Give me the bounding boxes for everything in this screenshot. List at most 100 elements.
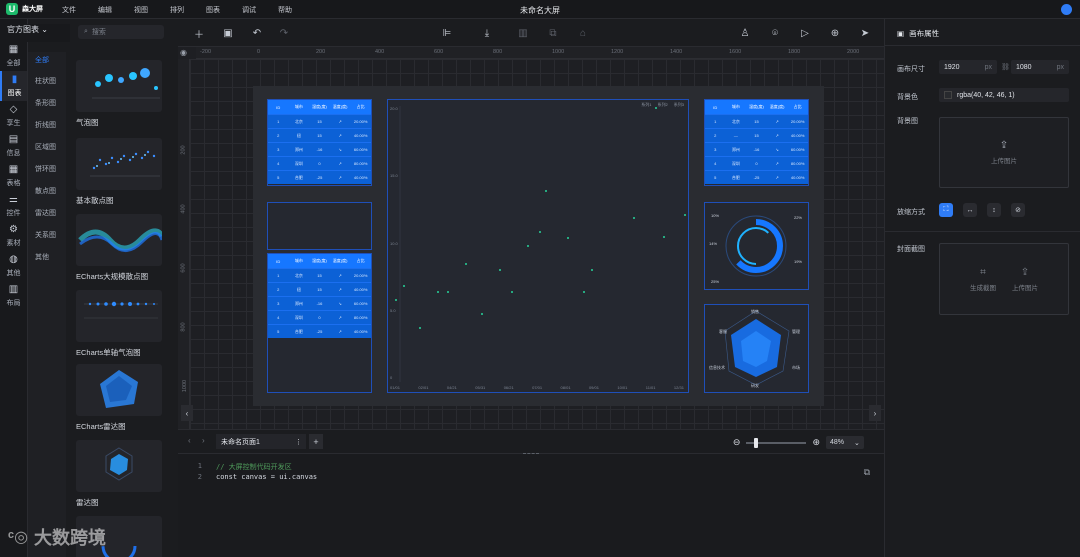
- redo-icon[interactable]: ↷: [277, 26, 291, 40]
- subcat-all[interactable]: 全部: [28, 50, 66, 70]
- search-input[interactable]: ⌕ 搜索: [78, 25, 164, 39]
- bg-color-input[interactable]: rgba(40, 42, 46, 1): [939, 88, 1069, 102]
- bg-image-upload[interactable]: ⇪ 上传图片: [939, 117, 1069, 188]
- left-tab-charts[interactable]: ▮ 图表: [0, 71, 27, 101]
- category-dropdown[interactable]: 官方图表 ⌄: [0, 24, 70, 42]
- left-tab-controls[interactable]: ⚌ 控件: [0, 191, 27, 221]
- link-icon[interactable]: ⛓: [1001, 63, 1010, 71]
- left-tab-table[interactable]: ▦ 表格: [0, 161, 27, 191]
- menu-chart[interactable]: 图表: [206, 5, 242, 15]
- lock-icon[interactable]: ⌂: [576, 26, 590, 40]
- subcat-area[interactable]: 区域图: [28, 136, 66, 158]
- screen-preview[interactable]: ID 城市 湿度(度) 温度(度) 占比 1 北京 15 ↗ 20.00% 2 纽 15 ↗ 40.00…: [253, 86, 824, 406]
- generate-cover-button[interactable]: ⌗ 生成截图: [970, 267, 996, 292]
- scale-fit-button[interactable]: ⛶: [939, 203, 953, 217]
- zoom-select[interactable]: 48% ⌄: [826, 436, 864, 449]
- left-tab-assets[interactable]: ⚙ 素材: [0, 221, 27, 251]
- page-tab-current[interactable]: 未命名页面1 ⋮: [216, 434, 306, 449]
- scroll-left-button[interactable]: ‹: [181, 405, 193, 421]
- external-link-icon[interactable]: ⧉: [864, 468, 870, 478]
- download-icon[interactable]: ⤓: [480, 26, 494, 40]
- scatter-panel[interactable]: 系列1 系列2 系列3 20.0 15.0 10.0 5.0 0 01/01 02/01 04/…: [387, 99, 689, 393]
- subcat-other[interactable]: 其他: [28, 246, 66, 268]
- left-tab-layout[interactable]: ▥ 布局: [0, 281, 27, 311]
- data-table-2: ID 城市 湿度(度) 温度(度) 占比 1 北京 15 ↗ 20.00% 2 纽 15 ↗ 40.00…: [268, 254, 371, 338]
- subcat-horizontal-bar[interactable]: 条形图: [28, 92, 66, 114]
- scroll-right-button[interactable]: ›: [869, 405, 881, 421]
- ring-panel[interactable]: 10% 22% 14% 19% 25%: [704, 202, 809, 290]
- publish-icon[interactable]: ⊕: [828, 26, 842, 40]
- add-page-button[interactable]: +: [309, 434, 323, 449]
- send-icon[interactable]: ➤: [858, 26, 872, 40]
- distribute-icon[interactable]: ▥: [516, 26, 530, 40]
- upload-cover-button[interactable]: ⇪ 上传图片: [1012, 267, 1038, 292]
- library-item-radar[interactable]: 雷达图: [76, 440, 172, 508]
- canvas-height-input[interactable]: 1080 px: [1011, 60, 1069, 74]
- library-item-large-scatter[interactable]: ECharts大规模散点图: [76, 214, 172, 282]
- menu-arrange[interactable]: 排列: [170, 5, 206, 15]
- single-axis-thumbnail: [76, 290, 162, 342]
- left-tab-info[interactable]: ▤ 信息: [0, 131, 27, 161]
- page-prev-icon[interactable]: ‹: [188, 436, 191, 445]
- menu-help[interactable]: 帮助: [278, 5, 314, 15]
- radar-thumbnail: [76, 440, 162, 492]
- color-swatch[interactable]: [944, 91, 952, 99]
- subcat-pie[interactable]: 饼环图: [28, 158, 66, 180]
- library-item-single-axis-bubble[interactable]: ECharts单轴气泡图: [76, 290, 172, 358]
- bubble-thumbnail: [76, 60, 162, 112]
- menu-edit[interactable]: 编辑: [98, 5, 134, 15]
- scale-mode-label: 放缩方式: [897, 209, 925, 216]
- library-item-scatter[interactable]: 基本散点图: [76, 138, 172, 206]
- grid-icon: ▦: [8, 43, 19, 55]
- zoom-out-icon[interactable]: ⊖: [733, 437, 741, 448]
- canvas-width-input[interactable]: 1920 px: [939, 60, 997, 74]
- app-logo[interactable]: U 森大屏: [6, 3, 43, 15]
- gear-icon: ⚙: [9, 223, 18, 235]
- undo-icon[interactable]: ↶: [250, 26, 264, 40]
- user-icon[interactable]: ♙: [738, 26, 752, 40]
- subcat-bar[interactable]: 柱状图: [28, 70, 66, 92]
- code-editor[interactable]: 1 // 大屏控制代码开发区 2 const canvas = ui.canva…: [178, 453, 884, 557]
- page-next-icon[interactable]: ›: [202, 436, 205, 445]
- library-item-echarts-radar[interactable]: ECharts雷达图: [76, 364, 172, 432]
- table-panel-3[interactable]: ID 城市 湿度(度) 温度(度) 占比 1 北京 15 ↗ 20.00% 2—15 ↗ 40.00…: [704, 99, 809, 186]
- eye-icon[interactable]: ◉: [180, 48, 187, 57]
- library-item-bubble[interactable]: 气泡图: [76, 60, 172, 128]
- menu-view[interactable]: 视图: [134, 5, 170, 15]
- table-header: ID 城市 湿度(度) 温度(度) 占比: [705, 100, 808, 114]
- left-tab-other[interactable]: ◍ 其他: [0, 251, 27, 281]
- camera-icon[interactable]: ⌾: [768, 26, 782, 40]
- document-icon: ▤: [8, 133, 19, 145]
- table-row: 5 合肥 -25 ↗ 40.00%: [268, 324, 371, 338]
- bg-color-label: 背景色: [897, 94, 918, 101]
- subcat-relation[interactable]: 关系图: [28, 224, 66, 246]
- play-icon[interactable]: ▷: [798, 26, 812, 40]
- subcat-radar[interactable]: 雷达图: [28, 202, 66, 224]
- menu-file[interactable]: 文件: [62, 5, 98, 15]
- add-icon[interactable]: ＋: [192, 26, 206, 41]
- subcat-line[interactable]: 折线图: [28, 114, 66, 136]
- app-name: 森大屏: [22, 6, 43, 13]
- scale-width-button[interactable]: ↔: [963, 203, 977, 217]
- table-panel-1[interactable]: ID 城市 湿度(度) 温度(度) 占比 1 北京 15 ↗ 20.00% 2 纽 15 ↗ 40.00…: [267, 99, 372, 186]
- radar-panel[interactable]: 销售 管理 市场 研发 信息技术 客服: [704, 304, 809, 393]
- menu-debug[interactable]: 调试: [242, 5, 278, 15]
- user-avatar[interactable]: [1061, 4, 1072, 15]
- table-row: 3 郑州 -16 ↘ 60.00%: [268, 142, 371, 156]
- table-panel-2[interactable]: ID 城市 湿度(度) 温度(度) 占比 1 北京 15 ↗ 20.00% 2 纽 15 ↗ 40.00…: [267, 253, 372, 393]
- left-tab-all[interactable]: ▦ 全部: [0, 41, 27, 71]
- left-tab-share[interactable]: ◇ 享生: [0, 101, 27, 131]
- subcat-scatter[interactable]: 散点图: [28, 180, 66, 202]
- empty-panel[interactable]: [267, 202, 372, 250]
- zoom-in-icon[interactable]: ⊕: [812, 437, 820, 448]
- zoom-slider-knob[interactable]: [753, 437, 758, 448]
- scale-none-button[interactable]: ⊘: [1011, 203, 1025, 217]
- table-row: 2 纽 15 ↗ 40.00%: [268, 128, 371, 142]
- resize-handle[interactable]: [523, 453, 539, 455]
- scale-height-button[interactable]: ↕: [987, 203, 1001, 217]
- save-icon[interactable]: ▣: [221, 26, 235, 40]
- more-icon[interactable]: ⋮: [295, 438, 306, 446]
- align-icon[interactable]: ⊫: [440, 26, 454, 40]
- zoom-slider[interactable]: [746, 437, 807, 448]
- group-icon[interactable]: ⧉: [546, 26, 560, 40]
